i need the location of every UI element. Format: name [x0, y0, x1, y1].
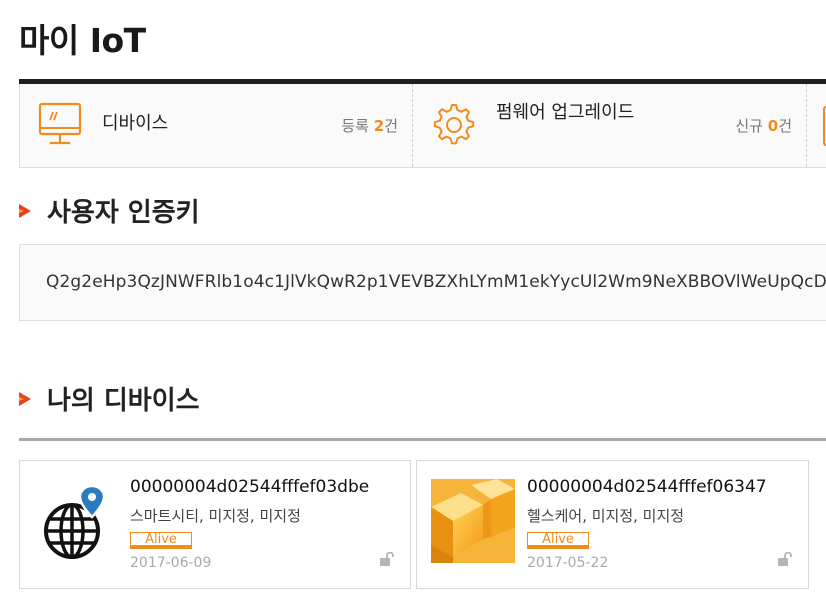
status-badge: Alive: [130, 532, 192, 549]
summary-label-devices: 디바이스: [102, 113, 169, 134]
device-meta: 헬스케어, 미지정, 미지정: [527, 507, 685, 525]
device-id: 00000004d02544fffef03dbe: [130, 477, 370, 497]
devices-divider: [19, 438, 826, 441]
monitor-icon: [38, 100, 84, 152]
auth-key-box: Q2g2eHp3QzJNWFRlb1o4c1JlVkQwR2p1VEVBZXhL…: [19, 244, 826, 321]
summary-bar: 디바이스 등록 2건 펌웨어 업그레이드 신규 0건: [19, 84, 826, 168]
count-suffix: 건: [384, 117, 398, 135]
status-badge: Alive: [527, 532, 589, 549]
auth-key-value[interactable]: Q2g2eHp3QzJNWFRlb1o4c1JlVkQwR2p1VEVBZXhL…: [46, 272, 826, 292]
unlock-icon[interactable]: [379, 551, 395, 570]
summary-count-devices: 등록 2건: [341, 115, 398, 136]
summary-label-firmware: 펌웨어 업그레이드: [496, 102, 635, 123]
count-prefix: 신규: [735, 117, 768, 135]
summary-item-firmware[interactable]: 펌웨어 업그레이드 신규 0건: [413, 84, 807, 167]
device-date: 2017-06-09: [130, 555, 212, 571]
summary-item-partial[interactable]: [807, 84, 826, 167]
section-marker-icon: [19, 391, 31, 406]
device-id: 00000004d02544fffef06347: [527, 477, 767, 497]
unlock-icon[interactable]: [777, 551, 793, 570]
summary-count-firmware: 신규 0건: [735, 115, 792, 136]
section-heading-my-devices: 나의 디바이스: [19, 380, 200, 417]
section-marker-icon: [19, 203, 31, 218]
count-prefix: 등록: [341, 117, 374, 135]
device-meta: 스마트시티, 미지정, 미지정: [130, 507, 301, 525]
summary-item-devices[interactable]: 디바이스 등록 2건: [20, 84, 413, 167]
device-date: 2017-05-22: [527, 555, 609, 571]
globe-location-icon: [34, 479, 118, 563]
mango-cubes-image: [431, 479, 515, 563]
device-card[interactable]: 00000004d02544fffef06347 헬스케어, 미지정, 미지정 …: [416, 460, 809, 589]
section-title: 사용자 인증키: [47, 198, 200, 228]
gear-icon: [431, 100, 477, 152]
count-number: 2: [373, 117, 385, 135]
section-heading-auth-key: 사용자 인증키: [19, 192, 200, 229]
section-title: 나의 디바이스: [47, 386, 200, 416]
count-suffix: 건: [778, 117, 792, 135]
device-card[interactable]: 00000004d02544fffef03dbe 스마트시티, 미지정, 미지정…: [19, 460, 411, 589]
count-number: 0: [767, 117, 779, 135]
page-title: 마이 IoT: [19, 21, 146, 60]
